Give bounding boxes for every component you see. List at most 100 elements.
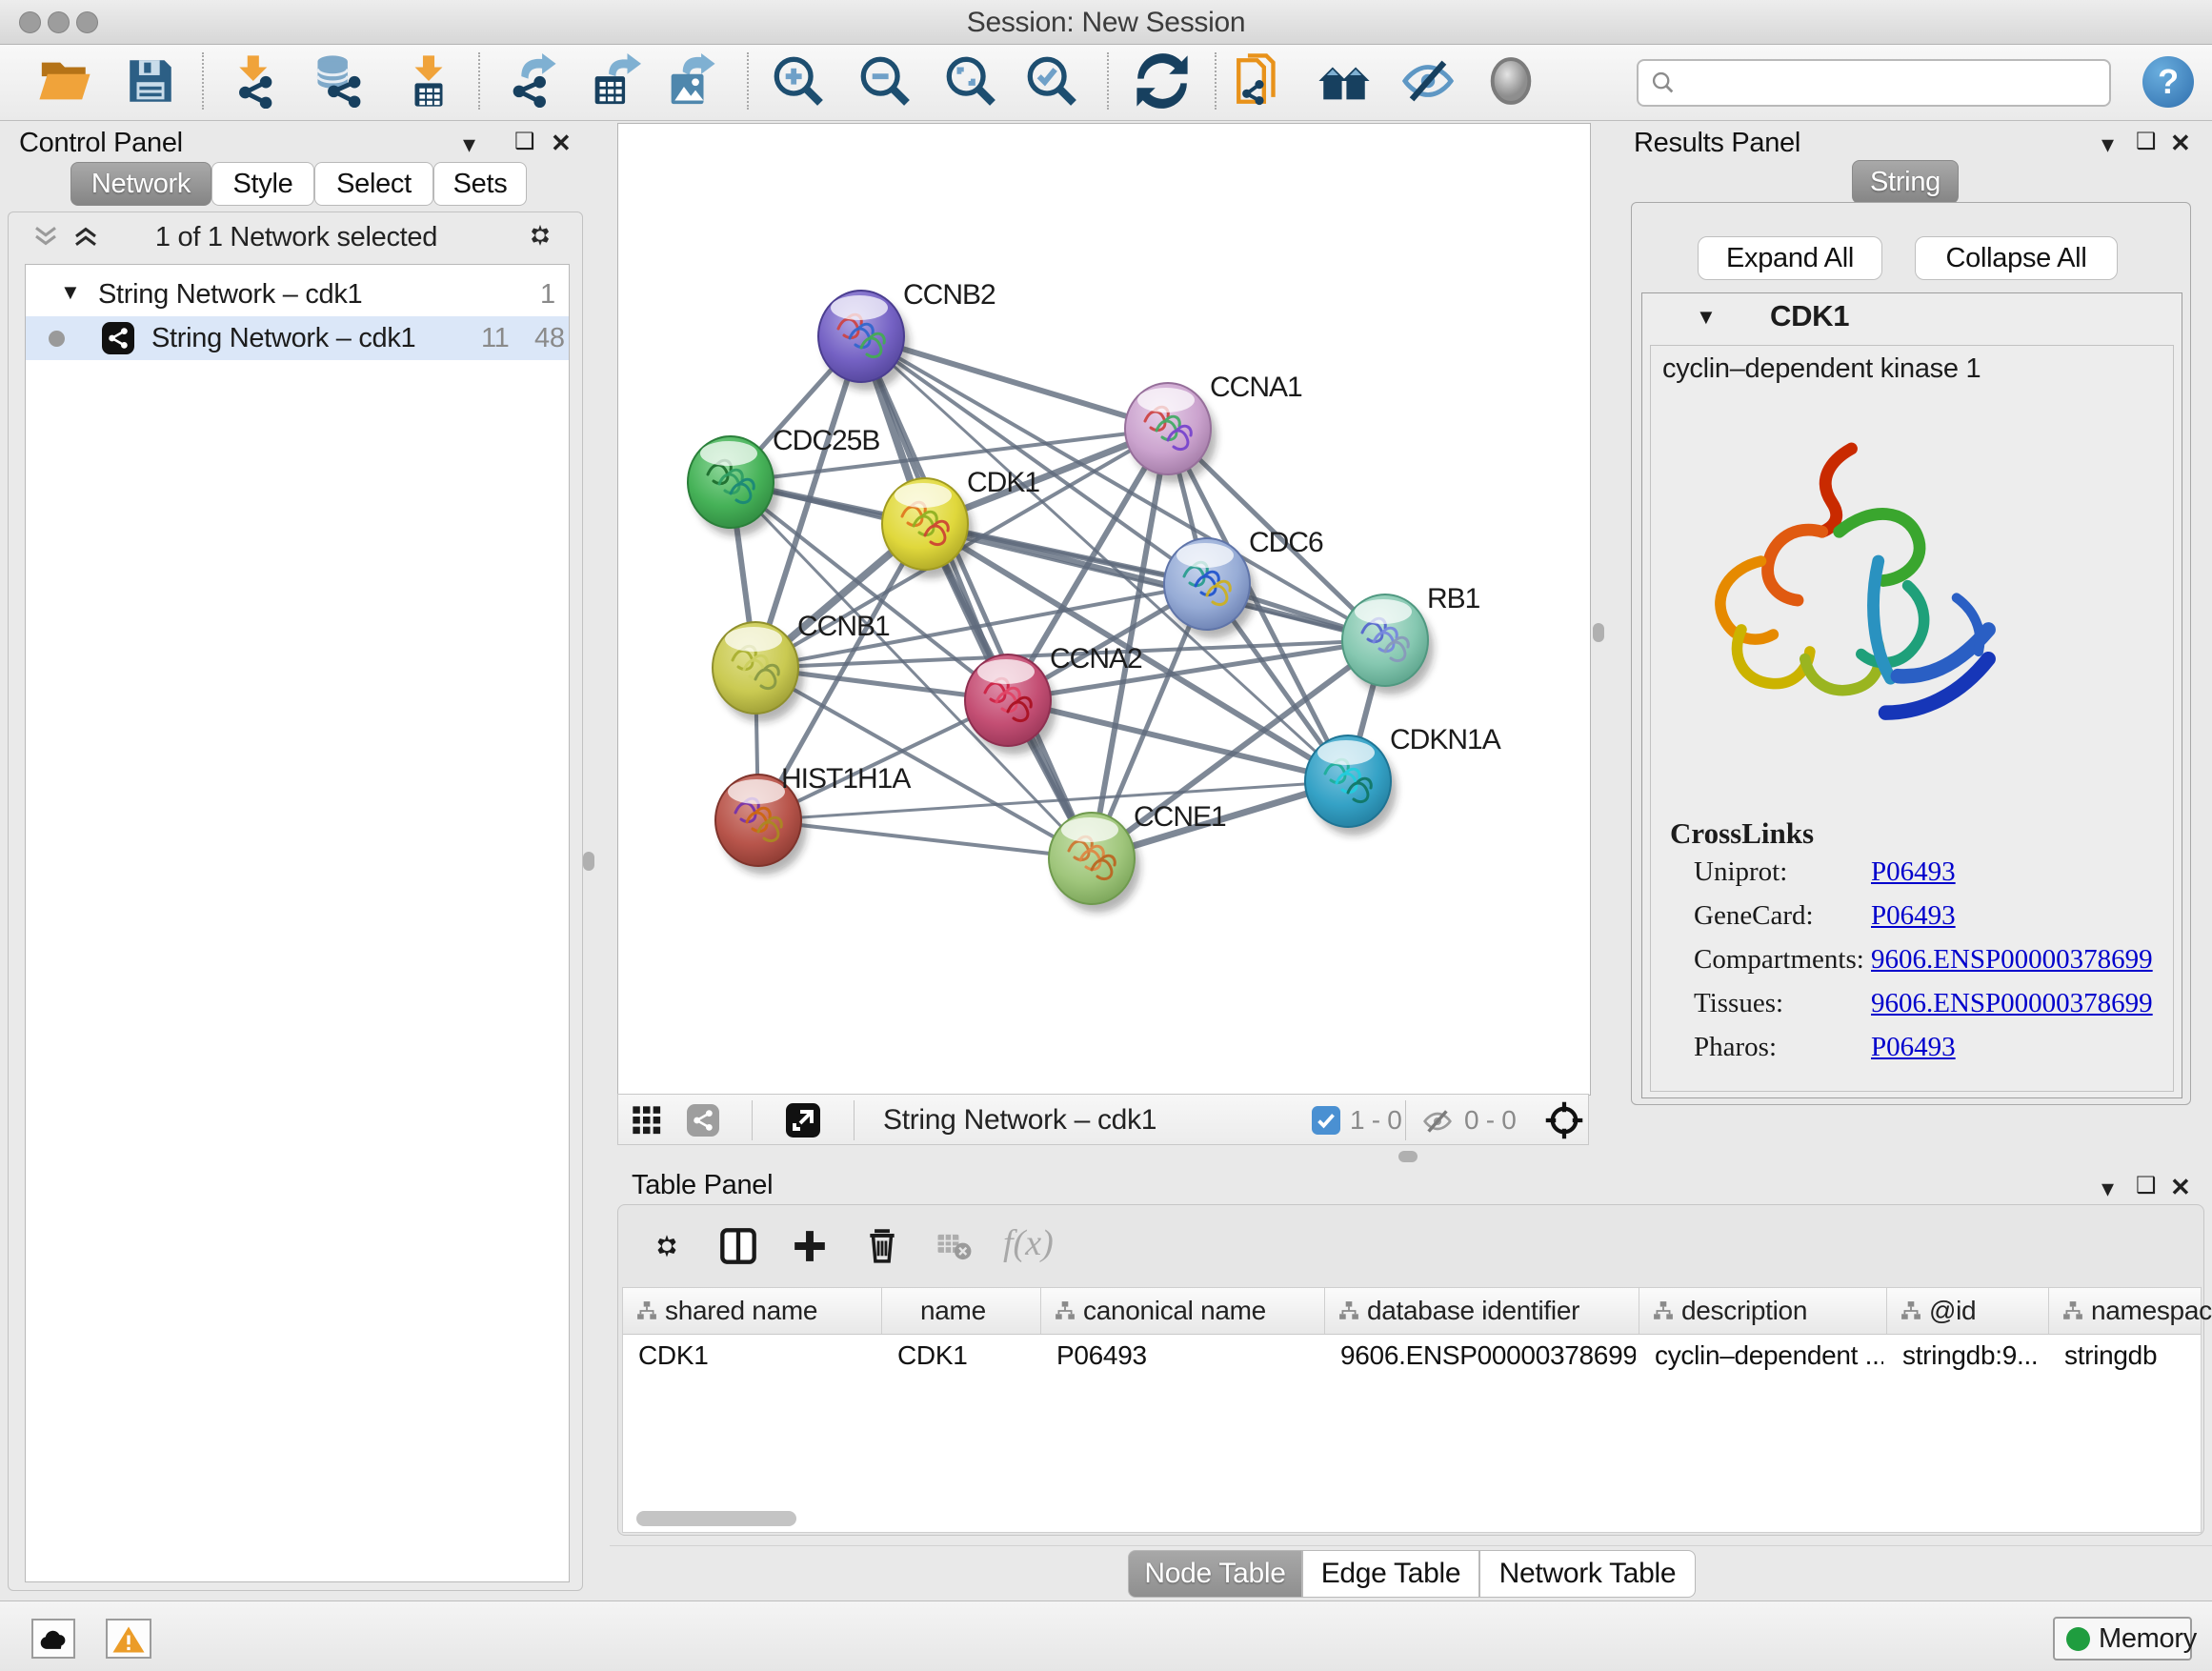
tab-edge-table[interactable]: Edge Table: [1302, 1550, 1479, 1598]
help-icon[interactable]: ?: [2142, 56, 2194, 108]
crosslink-link[interactable]: P06493: [1871, 856, 1956, 888]
window-title: Session: New Session: [0, 7, 2212, 39]
gene-collapse-icon[interactable]: ▼: [1696, 305, 1716, 330]
network-node-count: 11: [481, 316, 510, 360]
results-panel-close-icon[interactable]: ✕: [2170, 131, 2191, 155]
node-label: CDC6: [1249, 527, 1323, 558]
network-node-CDC6[interactable]: CDC6: [1164, 527, 1323, 638]
cloud-button[interactable]: [31, 1619, 75, 1659]
network-node-RB1[interactable]: RB1: [1342, 583, 1480, 695]
export-image-icon[interactable]: [662, 53, 717, 109]
table-panel-float-icon[interactable]: ❑: [2136, 1174, 2156, 1198]
network-node-HIST1H1A[interactable]: HIST1H1A: [715, 763, 911, 875]
results-panel-float-icon[interactable]: ❑: [2136, 130, 2156, 154]
table-cell[interactable]: CDK1: [897, 1334, 1037, 1378]
table-panel-menu-icon[interactable]: ▾: [2101, 1176, 2114, 1200]
home-panels-icon[interactable]: [1317, 53, 1372, 109]
results-panel-menu-icon[interactable]: ▾: [2101, 131, 2114, 156]
open-file-network-icon[interactable]: [1232, 53, 1287, 109]
zoom-in-icon[interactable]: [771, 53, 826, 109]
node-label: RB1: [1427, 583, 1480, 614]
tab-style[interactable]: Style: [211, 162, 314, 206]
import-table-from-file-icon[interactable]: [401, 53, 456, 109]
table-cell[interactable]: stringdb: [2064, 1334, 2210, 1378]
render-detail-icon[interactable]: [1483, 53, 1538, 109]
crosslink-row: Tissues:9606.ENSP00000378699: [1651, 984, 2175, 1028]
birdseye-crosshair-icon[interactable]: [1544, 1100, 1584, 1140]
network-row-selected[interactable]: String Network – cdk1 11 48: [26, 316, 569, 360]
string-network-graph[interactable]: CCNB2CCNA1CDC25BCDK1CDC6RB1CCNB1CCNA2CDK…: [618, 124, 1590, 1095]
save-session-icon[interactable]: [123, 53, 178, 109]
bottom-splitter-handle[interactable]: [1398, 1151, 1418, 1162]
left-splitter-handle[interactable]: [583, 852, 594, 871]
tab-sets[interactable]: Sets: [433, 162, 527, 206]
right-splitter-handle[interactable]: [1593, 623, 1604, 642]
control-panel-close-icon[interactable]: ✕: [551, 131, 572, 155]
add-column-icon[interactable]: [792, 1228, 828, 1264]
table-cell[interactable]: P06493: [1056, 1334, 1321, 1378]
expand-all-button[interactable]: Expand All: [1698, 236, 1882, 280]
memory-button[interactable]: Memory: [2053, 1617, 2192, 1661]
import-network-from-database-icon[interactable]: [310, 53, 365, 109]
tab-network-table[interactable]: Network Table: [1479, 1550, 1696, 1598]
delete-column-icon[interactable]: [864, 1226, 900, 1266]
grid-view-icon[interactable]: [632, 1105, 662, 1136]
control-panel-float-icon[interactable]: ❑: [514, 130, 534, 154]
network-options-gear-icon[interactable]: [523, 218, 557, 252]
table-gear-icon[interactable]: [649, 1228, 685, 1264]
export-table-icon[interactable]: [586, 53, 641, 109]
selected-checkbox-icon[interactable]: [1312, 1106, 1340, 1135]
node-label: CDC25B: [773, 425, 879, 456]
crosslink-link[interactable]: P06493: [1871, 900, 1956, 932]
network-panel-body: 1 of 1 Network selected ▼ String Network…: [8, 211, 583, 1591]
horizontal-scrollbar-thumb[interactable]: [636, 1511, 796, 1526]
refresh-icon[interactable]: [1135, 53, 1190, 109]
zoom-out-icon[interactable]: [857, 53, 913, 109]
collapse-all-button[interactable]: Collapse All: [1915, 236, 2118, 280]
control-panel-menu-icon[interactable]: ▾: [463, 131, 475, 156]
tab-string[interactable]: String: [1852, 160, 1959, 204]
zoom-fit-icon[interactable]: [943, 53, 998, 109]
open-session-icon[interactable]: [37, 53, 92, 109]
tree-expand-icon[interactable]: ▼: [60, 271, 80, 314]
hide-graphics-eye-icon[interactable]: [1400, 53, 1456, 109]
hidden-eye-icon[interactable]: [1422, 1106, 1453, 1137]
network-collection-row[interactable]: ▼ String Network – cdk1 1: [26, 272, 569, 316]
table-cell[interactable]: CDK1: [638, 1334, 878, 1378]
crosslink-row: Uniprot:P06493: [1651, 853, 2175, 896]
network-view-share-icon[interactable]: [687, 1104, 719, 1137]
network-edge[interactable]: [758, 820, 1092, 858]
table-panel-close-icon[interactable]: ✕: [2170, 1175, 2191, 1199]
crosslink-link[interactable]: P06493: [1871, 1032, 1956, 1063]
search-input[interactable]: [1637, 59, 2111, 107]
show-columns-icon[interactable]: [719, 1226, 757, 1266]
network-node-CDC25B[interactable]: CDC25B: [688, 425, 879, 536]
table-cell[interactable]: cyclin–dependent ...: [1655, 1334, 1883, 1378]
network-node-CDKN1A[interactable]: CDKN1A: [1305, 724, 1501, 836]
network-node-CCNB2[interactable]: CCNB2: [818, 279, 995, 391]
export-network-icon[interactable]: [503, 53, 558, 109]
tab-select[interactable]: Select: [314, 162, 433, 206]
network-edge-count: 48: [534, 316, 565, 360]
tab-node-table[interactable]: Node Table: [1128, 1550, 1302, 1598]
network-view-toolbar: String Network – cdk1 1 - 0 0 - 0: [617, 1094, 1589, 1145]
network-selection-status: 1 of 1 Network selected: [9, 222, 584, 253]
network-node-CCNB1[interactable]: CCNB1: [713, 611, 890, 722]
network-node-CCNE1[interactable]: CCNE1: [1049, 801, 1226, 913]
table-cell[interactable]: 9606.ENSP00000378699: [1340, 1334, 1636, 1378]
crosslink-link[interactable]: 9606.ENSP00000378699: [1871, 988, 2153, 1019]
crosslink-link[interactable]: 9606.ENSP00000378699: [1871, 944, 2153, 976]
network-view-canvas[interactable]: CCNB2CCNA1CDC25BCDK1CDC6RB1CCNB1CCNA2CDK…: [617, 123, 1591, 1096]
network-node-CCNA1[interactable]: CCNA1: [1125, 372, 1302, 483]
network-tree: ▼ String Network – cdk1 1 String Network…: [25, 264, 570, 1582]
string-results-body: Expand All Collapse All ▼ CDK1 cyclin–de…: [1631, 202, 2191, 1105]
node-label: CDKN1A: [1390, 724, 1501, 755]
network-node-CDK1[interactable]: CDK1: [882, 467, 1039, 578]
zoom-selected-icon[interactable]: [1024, 53, 1079, 109]
warnings-button[interactable]: [106, 1619, 151, 1659]
tab-network[interactable]: Network: [70, 162, 211, 206]
view-network-name: String Network – cdk1: [883, 1095, 1156, 1146]
import-network-from-file-icon[interactable]: [227, 53, 282, 109]
detach-view-icon[interactable]: [786, 1103, 820, 1137]
table-cell[interactable]: stringdb:9...: [1902, 1334, 2045, 1378]
